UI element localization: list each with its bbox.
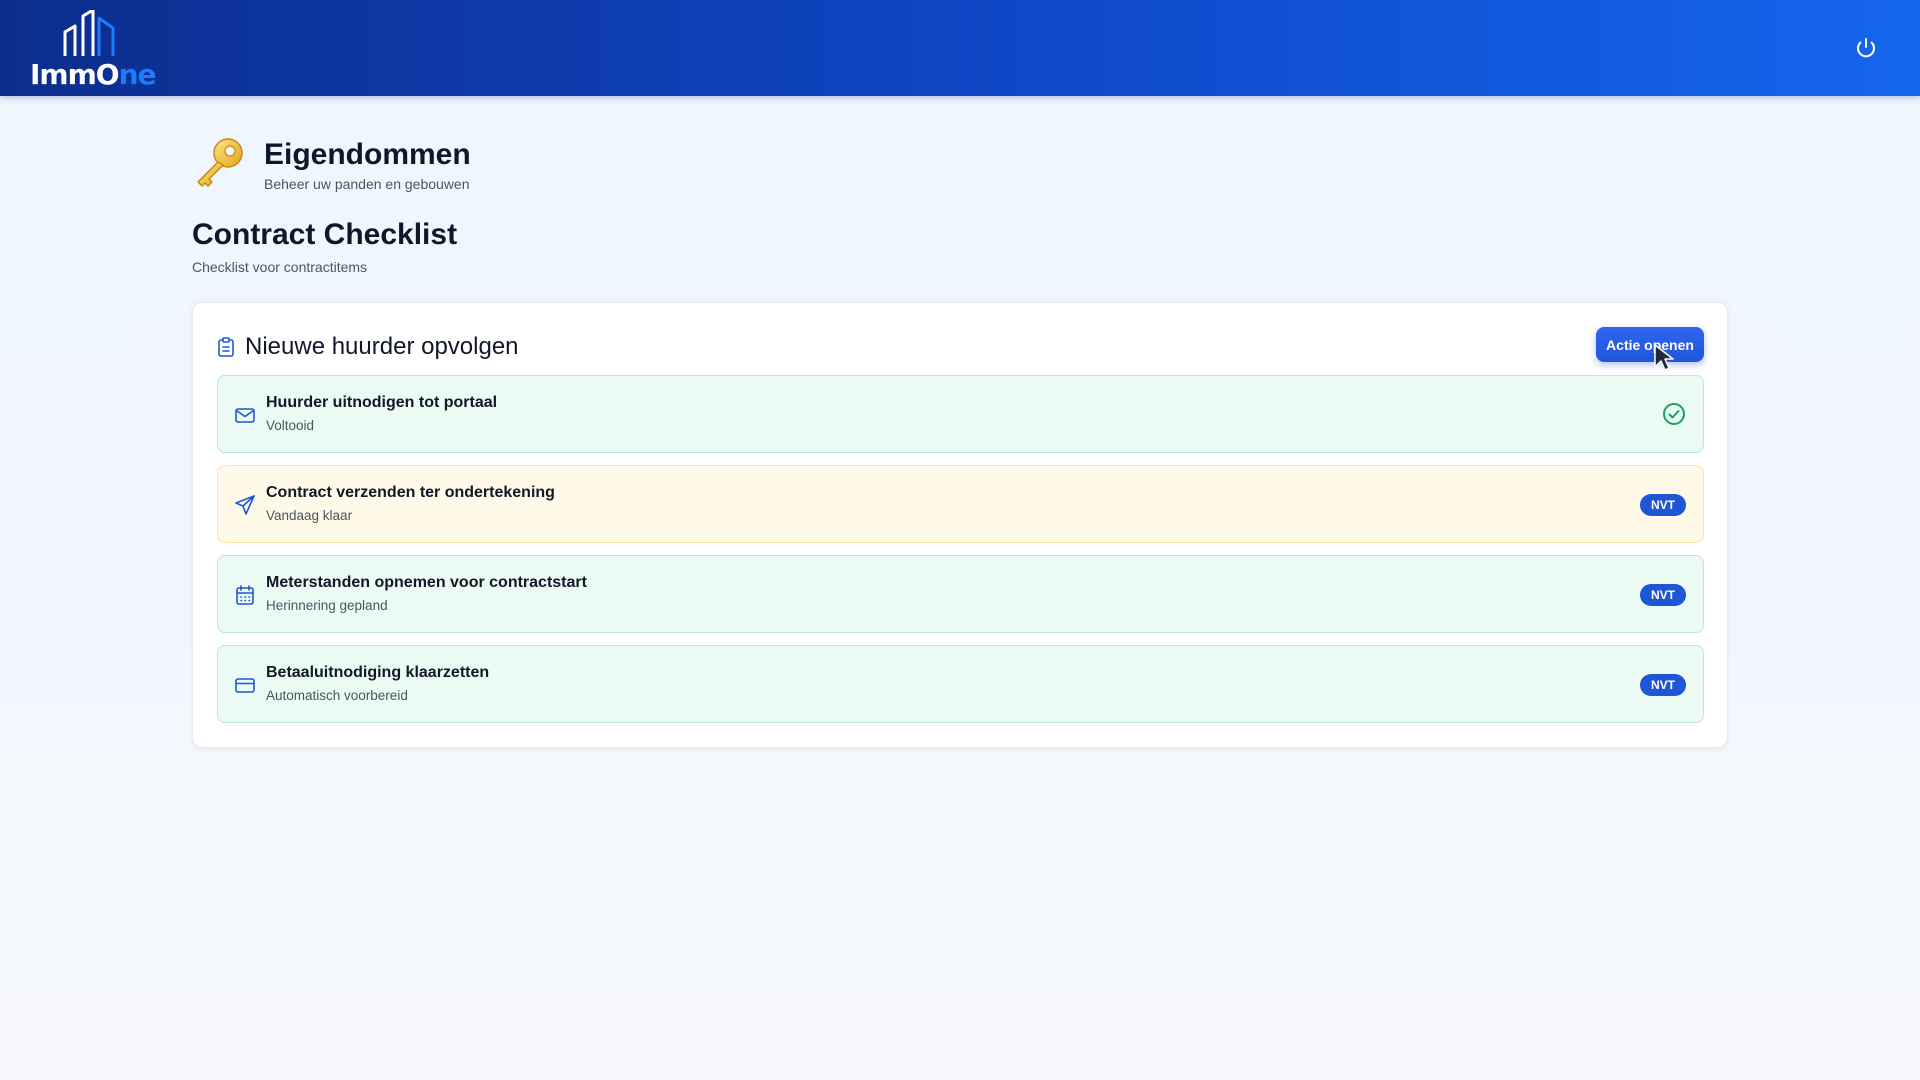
checklist-item[interactable]: Huurder uitnodigen tot portaal Voltooid	[217, 375, 1704, 453]
page-title: Contract Checklist	[192, 218, 458, 251]
send-icon	[235, 495, 255, 515]
checklist-card: Nieuwe huurder opvolgen Actie openen Huu…	[192, 302, 1728, 748]
item-title: Betaaluitnodiging klaarzetten	[266, 664, 490, 681]
item-title: Meterstanden opnemen voor contractstart	[266, 574, 587, 591]
check-circle-icon	[1663, 403, 1685, 425]
item-status-text: Herinnering gepland	[266, 598, 388, 613]
credit-card-icon	[235, 678, 255, 693]
checklist-item[interactable]: Contract verzenden ter ondertekening Van…	[217, 465, 1704, 543]
immone-logo[interactable]: ImmOne	[28, 10, 157, 91]
clipboard-icon	[218, 337, 234, 357]
status-badge: NVT	[1640, 584, 1686, 606]
logout-button[interactable]	[1850, 32, 1882, 64]
checklist-item[interactable]: Betaaluitnodiging klaarzetten Automatisc…	[217, 645, 1704, 723]
building-logo-icon	[63, 10, 115, 56]
section-title: Eigendommen	[264, 138, 471, 171]
section-subtitle: Beheer uw panden en gebouwen	[264, 176, 470, 192]
checklist-item[interactable]: Meterstanden opnemen voor contractstart …	[217, 555, 1704, 633]
card-title: Nieuwe huurder opvolgen	[245, 333, 519, 360]
open-action-button[interactable]: Actie openen	[1596, 327, 1704, 362]
key-icon	[197, 138, 243, 187]
power-icon	[1857, 38, 1875, 58]
calendar-icon	[236, 585, 254, 605]
item-status-text: Vandaag klaar	[266, 508, 353, 523]
mail-icon	[235, 408, 255, 423]
item-status-text: Automatisch voorbereid	[266, 688, 408, 703]
top-bar: ImmOne	[0, 0, 1920, 96]
page-subtitle: Checklist voor contractitems	[192, 259, 368, 275]
item-title: Contract verzenden ter ondertekening	[266, 484, 555, 501]
status-badge: NVT	[1640, 674, 1686, 696]
item-title: Huurder uitnodigen tot portaal	[266, 394, 498, 411]
item-status-text: Voltooid	[266, 418, 315, 433]
logo-text: ImmOne	[30, 58, 157, 91]
status-badge: NVT	[1640, 494, 1686, 516]
